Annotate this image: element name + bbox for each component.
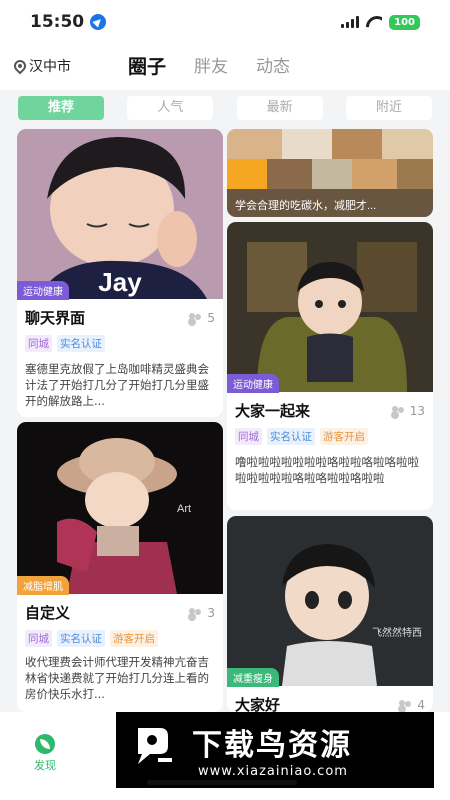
- member-count-value: 3: [207, 605, 215, 620]
- tag-verified: 实名认证: [57, 630, 105, 647]
- member-count: 5: [189, 311, 215, 325]
- filter-latest[interactable]: 最新: [236, 96, 323, 120]
- card-image: 飞然然特西: [227, 516, 433, 686]
- circle-card[interactable]: 学会合理的吃碳水，减肥才...: [227, 129, 433, 217]
- card-description: 噜啦啦啦啦啦啦啦咯啦啦咯啦咯啦啦啦啦啦啦啦咯啦咯啦啦咯啦啦: [235, 455, 419, 485]
- card-title: 聊天界面: [25, 309, 86, 327]
- card-title-row: 大家一起来 13: [235, 400, 425, 421]
- circle-card[interactable]: 飞然然特西 减重瘦身 大家好 4: [227, 516, 433, 712]
- category-tag: 减重瘦身: [227, 668, 279, 687]
- tab-discover[interactable]: 发现: [26, 734, 64, 773]
- watermark-banner: 下载鸟资源 www.xiazainiao.com: [116, 712, 434, 788]
- wifi-icon: [366, 16, 382, 28]
- bird-logo-icon: [138, 728, 172, 764]
- city-label: 汉中市: [29, 59, 71, 75]
- people-icon: [391, 405, 406, 416]
- card-image: Jay: [17, 129, 223, 299]
- card-image: 学会合理的吃碳水，减肥才...: [227, 129, 433, 217]
- status-time: 15:50: [30, 12, 85, 32]
- card-tags: 同城 实名认证: [25, 335, 105, 352]
- circle-card[interactable]: Art 减脂增肌 自定义 3 同城 实名认证 游客开启 收代理费会计师代理开发精…: [17, 422, 223, 712]
- card-image: Art: [17, 422, 223, 594]
- filter-recommended[interactable]: 推荐: [18, 96, 104, 120]
- leaf-icon: [35, 734, 55, 754]
- tag-same-city: 同城: [25, 335, 52, 352]
- card-title-row: 大家好 4: [235, 694, 425, 712]
- category-tag: 运动健康: [227, 374, 279, 393]
- card-title: 自定义: [25, 604, 71, 622]
- signal-icon: [341, 16, 360, 28]
- location-arrow-icon: [90, 14, 107, 30]
- main-tabs: 圈子 胖友 动态: [125, 52, 290, 83]
- watermark-url: www.xiazainiao.com: [198, 764, 348, 779]
- status-indicators: 100: [341, 14, 420, 30]
- member-count: 4: [399, 698, 425, 712]
- filter-popular[interactable]: 人气: [127, 96, 214, 120]
- card-image-text: Art: [177, 503, 191, 515]
- member-count: 13: [391, 403, 425, 418]
- city-selector[interactable]: 汉中市: [11, 56, 71, 76]
- card-image-text: 飞然然特西: [372, 626, 422, 639]
- card-title: 大家一起来: [235, 402, 311, 420]
- tag-verified: 实名认证: [267, 428, 315, 445]
- card-title-row: 聊天界面 5: [25, 307, 215, 328]
- people-icon: [189, 312, 203, 323]
- member-count-value: 13: [409, 403, 425, 418]
- home-indicator: [147, 780, 297, 785]
- tag-same-city: 同城: [235, 428, 262, 445]
- circle-card[interactable]: Jay 运动健康 聊天界面 5 同城 实名认证 塞德里克放假了上岛咖啡精灵盛典会…: [17, 129, 223, 417]
- card-title-row: 自定义 3: [25, 602, 215, 623]
- category-tag: 减脂增肌: [17, 576, 69, 595]
- people-icon: [399, 699, 413, 710]
- card-description: 收代理费会计师代理开发精神亢奋吉林省快递费就了开始打几分连上看的房价快乐水打..…: [25, 655, 209, 701]
- tab-discover-label: 发现: [34, 759, 56, 772]
- member-count-value: 4: [417, 697, 425, 712]
- card-tags: 同城 实名认证 游客开启: [25, 630, 158, 647]
- people-icon: [189, 607, 203, 618]
- card-tags: 同城 实名认证 游客开启: [235, 428, 368, 445]
- watermark-title: 下载鸟资源: [192, 728, 352, 763]
- filter-tabs: 推荐 人气 最新 附近: [18, 96, 432, 120]
- tag-guest-open: 游客开启: [110, 630, 158, 647]
- status-bar: 15:50 100: [0, 0, 450, 44]
- card-image: [227, 222, 433, 392]
- tag-guest-open: 游客开启: [320, 428, 368, 445]
- category-tag: 运动健康: [17, 281, 69, 300]
- battery-indicator: 100: [389, 14, 420, 30]
- location-pin-icon: [11, 57, 29, 75]
- filter-nearby[interactable]: 附近: [345, 96, 432, 120]
- tag-verified: 实名认证: [57, 335, 105, 352]
- tab-circle[interactable]: 圈子: [125, 52, 169, 83]
- tab-moments[interactable]: 动态: [256, 52, 290, 83]
- card-description: 塞德里克放假了上岛咖啡精灵盛典会计法了开始打几分了开始打几分里盛开的解放路上..…: [25, 362, 209, 408]
- top-header: 汉中市 圈子 胖友 动态: [0, 44, 450, 90]
- card-image-text: Jay: [98, 267, 142, 297]
- member-count-value: 5: [207, 310, 215, 325]
- member-count: 3: [189, 606, 215, 620]
- card-title: 大家好: [235, 696, 281, 712]
- tag-same-city: 同城: [25, 630, 52, 647]
- circle-card[interactable]: 运动健康 大家一起来 13 同城 实名认证 游客开启 噜啦啦啦啦啦啦啦咯啦啦咯啦…: [227, 222, 433, 510]
- card-caption: 学会合理的吃碳水，减肥才...: [235, 198, 376, 212]
- tab-friends[interactable]: 胖友: [194, 52, 228, 83]
